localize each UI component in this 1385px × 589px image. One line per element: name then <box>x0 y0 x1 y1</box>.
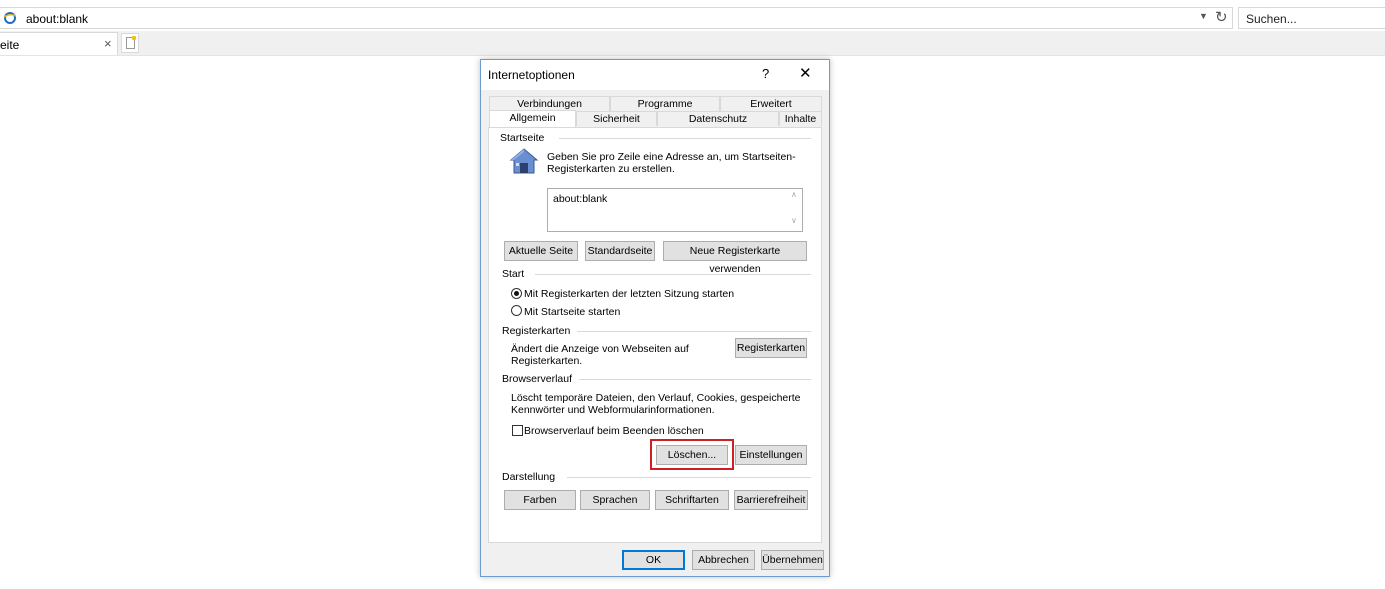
radio-homepage[interactable] <box>511 305 522 316</box>
close-button[interactable]: ✕ <box>799 64 812 82</box>
dialog-title: Internetoptionen <box>488 68 575 82</box>
delete-on-exit-label[interactable]: Browserverlauf beim Beenden löschen <box>524 425 704 437</box>
dialog-titlebar: Internetoptionen ? ✕ <box>481 60 829 90</box>
tab-sicherheit[interactable]: Sicherheit <box>576 111 657 126</box>
general-tab-panel: Startseite Geben Sie pro Zeile eine Adre… <box>488 127 822 543</box>
section-start: Start <box>502 268 525 280</box>
languages-button[interactable]: Sprachen <box>580 490 650 510</box>
tab-erweitert[interactable]: Erweitert <box>720 96 822 111</box>
cancel-button[interactable]: Abbrechen <box>692 550 755 570</box>
fonts-button[interactable]: Schriftarten <box>655 490 729 510</box>
search-placeholder: Suchen... <box>1246 12 1297 26</box>
divider <box>559 138 811 139</box>
tab-datenschutz[interactable]: Datenschutz <box>657 111 779 126</box>
section-browserverlauf: Browserverlauf <box>502 373 573 385</box>
address-text[interactable]: about:blank <box>26 12 88 26</box>
new-tab-page-button[interactable]: Neue Registerkarte verwenden <box>663 241 807 275</box>
colors-button[interactable]: Farben <box>504 490 576 510</box>
home-icon <box>509 148 539 174</box>
tab-programme[interactable]: Programme <box>610 96 720 111</box>
scroll-up-icon[interactable]: ∧ <box>791 190 797 199</box>
registerkarten-description: Ändert die Anzeige von Webseiten auf Reg… <box>511 343 689 367</box>
radio-last-session[interactable] <box>511 288 522 299</box>
ok-button[interactable]: OK <box>622 550 685 570</box>
radio-last-session-label[interactable]: Mit Registerkarten der letzten Sitzung s… <box>524 288 734 300</box>
section-darstellung: Darstellung <box>502 471 556 483</box>
tab-strip: eite × <box>0 31 1385 56</box>
browser-tab[interactable]: eite × <box>0 32 118 55</box>
help-button[interactable]: ? <box>762 66 769 81</box>
section-registerkarten: Registerkarten <box>502 325 571 337</box>
accessibility-button[interactable]: Barrierefreiheit <box>734 490 808 510</box>
address-dropdown-icon[interactable]: ▼ <box>1199 11 1208 21</box>
scroll-down-icon[interactable]: ∨ <box>791 216 797 225</box>
internet-options-dialog: Internetoptionen ? ✕ Verbindungen Progra… <box>480 59 830 577</box>
homepage-textarea[interactable]: about:blank ∧ ∨ <box>547 188 803 232</box>
divider <box>577 331 811 332</box>
refresh-icon[interactable]: ↻ <box>1215 8 1228 26</box>
startseite-description: Geben Sie pro Zeile eine Adresse an, um … <box>547 151 796 175</box>
tab-verbindungen[interactable]: Verbindungen <box>489 96 610 111</box>
tab-close-icon[interactable]: × <box>104 36 112 51</box>
search-box[interactable]: Suchen... <box>1238 7 1385 29</box>
browserverlauf-description: Löscht temporäre Dateien, den Verlauf, C… <box>511 392 801 416</box>
browser-tab-title: eite <box>0 38 20 52</box>
ie-logo-icon <box>3 12 17 24</box>
delete-on-exit-checkbox[interactable] <box>512 425 523 436</box>
new-tab-button[interactable] <box>121 33 139 53</box>
homepage-value[interactable]: about:blank <box>553 193 607 205</box>
tabs-settings-button[interactable]: Registerkarten <box>735 338 807 358</box>
apply-button[interactable]: Übernehmen <box>761 550 824 570</box>
divider <box>579 379 811 380</box>
divider <box>567 477 811 478</box>
section-startseite: Startseite <box>500 132 545 144</box>
textarea-scrollbar[interactable]: ∧ ∨ <box>787 189 802 231</box>
tab-allgemein[interactable]: Allgemein <box>489 110 576 127</box>
history-settings-button[interactable]: Einstellungen <box>735 445 807 465</box>
delete-history-button[interactable]: Löschen... <box>656 445 728 465</box>
radio-homepage-label[interactable]: Mit Startseite starten <box>524 306 620 318</box>
current-page-button[interactable]: Aktuelle Seite <box>504 241 578 261</box>
divider <box>535 274 811 275</box>
tab-inhalte[interactable]: Inhalte <box>779 111 822 126</box>
address-bar[interactable]: about:blank ▼ ↻ <box>0 7 1233 29</box>
default-page-button[interactable]: Standardseite <box>585 241 655 261</box>
new-tab-icon <box>126 36 136 49</box>
